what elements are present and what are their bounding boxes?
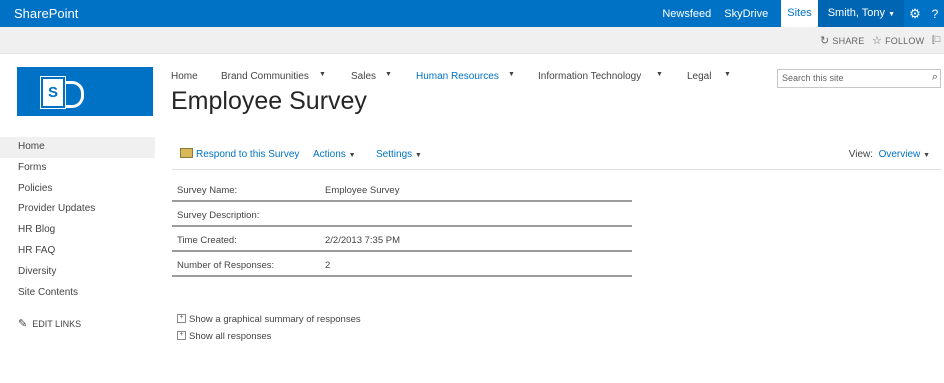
chevron-down-icon[interactable]: ▼ (923, 152, 930, 159)
graphical-summary-label: Show a graphical summary of responses (189, 314, 361, 325)
skydrive-link[interactable]: SkyDrive (724, 8, 768, 20)
page-title: Employee Survey (171, 87, 367, 115)
property-key: Number of Responses: (177, 260, 275, 271)
sidebar-item-hr-blog[interactable]: HR Blog (0, 220, 155, 241)
share-icon: ↻ (820, 35, 830, 47)
focus-icon[interactable]: [□ (932, 34, 940, 44)
graphical-summary-link[interactable]: + Show a graphical summary of responses (177, 311, 361, 328)
sites-link[interactable]: Sites (781, 0, 818, 27)
property-key: Survey Name: (177, 185, 238, 196)
chevron-down-icon: ▼ (888, 11, 895, 18)
expand-icon: + (177, 330, 186, 340)
nav-information-technology[interactable]: Information Technology (538, 71, 641, 82)
respond-button[interactable]: Respond to this Survey (180, 148, 300, 160)
property-key: Survey Description: (177, 210, 260, 221)
sidebar-item-hr-faq[interactable]: HR FAQ (0, 241, 155, 262)
property-value: Employee Survey (325, 185, 400, 196)
user-name: Smith, Tony (827, 7, 885, 19)
chevron-down-icon[interactable]: ▼ (508, 71, 515, 78)
sidebar-item-provider-updates[interactable]: Provider Updates (0, 199, 155, 220)
sidebar-item-forms[interactable]: Forms (0, 158, 155, 179)
response-links: + Show a graphical summary of responses +… (177, 311, 361, 345)
suite-nav: Newsfeed SkyDrive Sites Smith, Tony ▼ ⚙ … (662, 0, 944, 27)
property-key: Time Created: (177, 235, 237, 246)
settings-label: Settings (376, 149, 413, 160)
search-input[interactable]: Search this site (782, 73, 844, 83)
chevron-down-icon: ▼ (414, 152, 422, 159)
nav-human-resources[interactable]: Human Resources (416, 71, 499, 82)
sidebar-item-site-contents[interactable]: Site Contents (0, 283, 155, 304)
nav-brand-communities[interactable]: Brand Communities (221, 71, 309, 82)
share-button[interactable]: ↻ SHARE (820, 34, 864, 47)
nav-home[interactable]: Home (171, 71, 198, 82)
pencil-icon: ✎ (18, 318, 28, 330)
search-icon[interactable]: ⌕ (932, 71, 938, 84)
all-responses-link[interactable]: + Show all responses (177, 328, 361, 345)
survey-properties: Survey Name: Employee Survey Survey Desc… (172, 180, 632, 280)
sharepoint-logo-icon: S (41, 77, 65, 108)
respond-label: Respond to this Survey (196, 149, 300, 160)
follow-label: FOLLOW (885, 36, 925, 46)
user-menu[interactable]: Smith, Tony ▼ (817, 0, 904, 27)
property-value: 2 (325, 260, 331, 271)
newsfeed-link[interactable]: Newsfeed (662, 8, 711, 20)
respond-icon (180, 148, 193, 159)
chevron-down-icon[interactable]: ▼ (385, 71, 392, 78)
all-responses-label: Show all responses (189, 331, 272, 342)
quick-launch: Home Forms Policies Provider Updates HR … (0, 137, 155, 330)
brand-link[interactable]: SharePoint (14, 6, 78, 21)
nav-sales[interactable]: Sales (351, 71, 376, 82)
sidebar-item-policies[interactable]: Policies (0, 179, 155, 200)
suite-bar: SharePoint Newsfeed SkyDrive Sites Smith… (0, 0, 944, 27)
expand-icon: + (177, 313, 186, 323)
survey-toolbar: Respond to this Survey Actions ▼ Setting… (172, 141, 942, 170)
star-icon: ☆ (872, 35, 883, 47)
actions-menu[interactable]: Actions ▼ (313, 149, 356, 160)
search-box[interactable]: Search this site ⌕ (777, 69, 941, 88)
view-label: View: (848, 149, 874, 160)
chevron-down-icon: ▼ (348, 152, 356, 159)
share-label: SHARE (832, 36, 865, 46)
property-value: 2/2/2013 7:35 PM (325, 235, 400, 246)
edit-links-label: EDIT LINKS (32, 319, 82, 329)
logo-arc (66, 81, 84, 108)
view-dropdown[interactable]: Overview (879, 149, 921, 160)
chevron-down-icon[interactable]: ▼ (656, 71, 663, 78)
sidebar-item-home[interactable]: Home (0, 137, 155, 158)
sidebar-item-diversity[interactable]: Diversity (0, 262, 155, 283)
chevron-down-icon[interactable]: ▼ (724, 71, 731, 78)
table-row: Time Created: 2/2/2013 7:35 PM (172, 230, 632, 252)
follow-button[interactable]: ☆ FOLLOW (872, 34, 924, 47)
action-bar: ↻ SHARE ☆ FOLLOW [□ (0, 27, 944, 54)
table-row: Number of Responses: 2 (172, 255, 632, 277)
nav-legal[interactable]: Legal (687, 71, 711, 82)
gear-icon[interactable]: ⚙ (904, 6, 926, 22)
settings-menu[interactable]: Settings ▼ (376, 149, 422, 160)
chevron-down-icon[interactable]: ▼ (319, 71, 326, 78)
view-selector: View: Overview ▼ (849, 149, 930, 160)
actions-label: Actions (313, 149, 346, 160)
help-icon[interactable]: ? (926, 7, 944, 21)
site-logo[interactable]: S (17, 67, 153, 116)
edit-links-button[interactable]: ✎ EDIT LINKS (18, 317, 81, 330)
table-row: Survey Description: (172, 205, 632, 227)
table-row: Survey Name: Employee Survey (172, 180, 632, 202)
